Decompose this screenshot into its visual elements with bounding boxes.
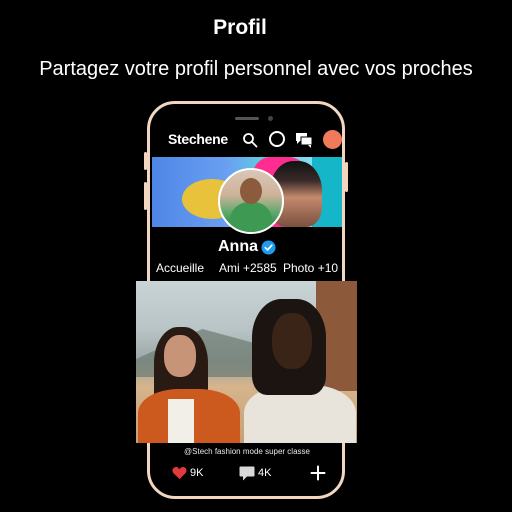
app-logo[interactable]: Stechene [168, 131, 228, 147]
page-subtitle: Partagez votre profil personnel avec vos… [39, 58, 473, 80]
page-title: Profil [213, 16, 267, 39]
phone-camera [268, 116, 273, 121]
phone-side-button [345, 162, 348, 192]
comments-count: 4K [258, 467, 272, 479]
likes-count: 9K [190, 467, 204, 479]
photo-person-left-face [164, 335, 196, 377]
comment-icon[interactable] [239, 466, 255, 481]
phone-side-button [144, 152, 147, 170]
post-caption: @Stech fashion mode super classe [184, 447, 310, 456]
avatar-icon[interactable] [323, 130, 342, 149]
profile-name-row: Anna [152, 238, 342, 256]
post-actions: 9K 4K [152, 462, 342, 484]
heart-icon[interactable] [172, 466, 187, 480]
phone-speaker [235, 117, 259, 120]
search-icon[interactable] [242, 132, 258, 148]
circle-icon[interactable] [269, 131, 285, 147]
avatar-figure-head [240, 178, 262, 204]
add-icon[interactable] [310, 465, 326, 481]
photo-person-left-shirt [168, 399, 194, 443]
post-photo[interactable] [136, 281, 357, 443]
avatar-figure-body [230, 202, 272, 232]
profile-tabs: Accueille Ami +2585 Photo +10 [156, 261, 346, 277]
tab-ami[interactable]: Ami +2585 [219, 261, 277, 275]
phone-side-button [144, 182, 147, 210]
tab-accueille[interactable]: Accueille [156, 261, 204, 275]
photo-person-right-face [272, 313, 312, 369]
profile-name: Anna [218, 238, 258, 255]
tab-photo[interactable]: Photo +10 [283, 261, 338, 275]
verified-badge-icon [261, 239, 276, 255]
app-header: Stechene [150, 129, 344, 151]
chat-icon[interactable] [295, 132, 313, 148]
profile-avatar[interactable] [218, 168, 284, 234]
